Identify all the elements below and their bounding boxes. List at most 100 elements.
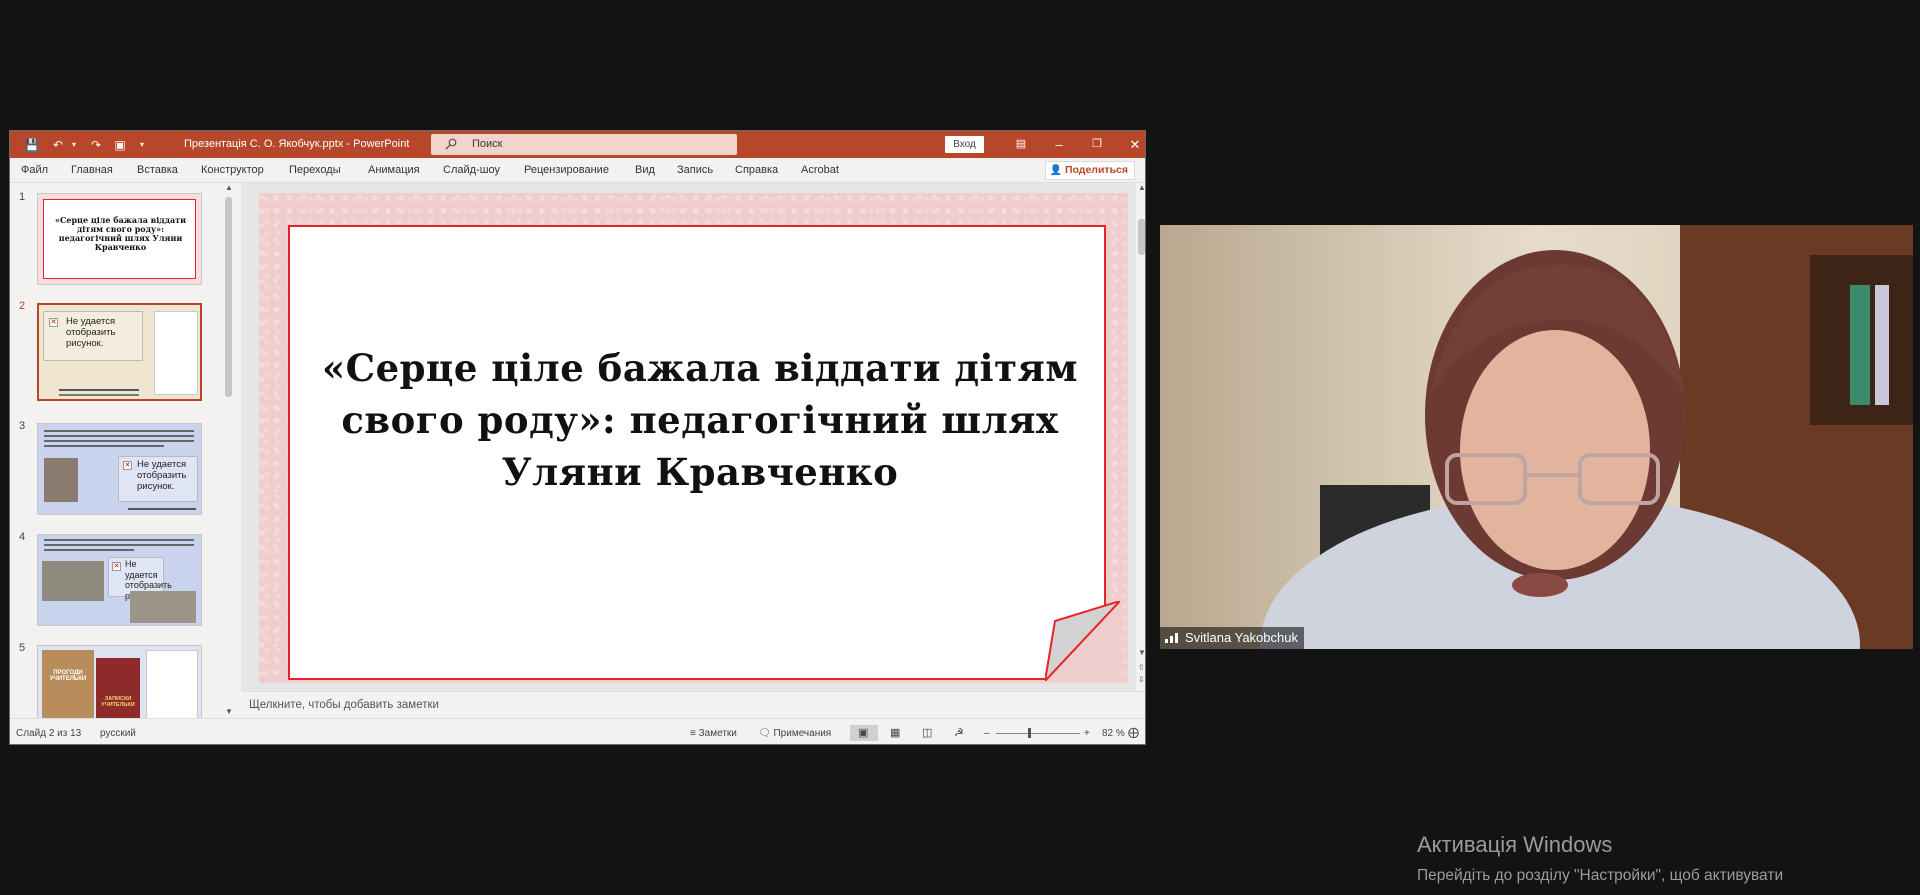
slideshow-icon[interactable]: ☭ <box>954 726 964 739</box>
thumbnail-card: «Серце ціле бажала віддати дітям свого р… <box>43 199 196 279</box>
undo-dropdown-icon[interactable]: ▾ <box>66 137 82 153</box>
notes-toggle-label: Заметки <box>698 728 737 739</box>
search-placeholder: Поиск <box>472 138 503 150</box>
slide-sorter-icon[interactable]: ▦ <box>890 726 900 739</box>
current-slide[interactable]: «Серце ціле бажала віддати дітям свого р… <box>259 193 1128 683</box>
search-icon <box>445 138 457 150</box>
broken-image-icon: ✕ <box>49 318 58 327</box>
tab-insert[interactable]: Вставка <box>137 164 178 176</box>
notes-toggle-button[interactable]: ≡ Заметки <box>690 728 737 739</box>
thumbnail-title: «Серце ціле бажала віддати дітям свого р… <box>54 215 187 252</box>
slide-thumbnail-4[interactable]: ✕ Не удается отобразить рисунок. <box>37 534 202 626</box>
zoom-level[interactable]: 82 % <box>1102 728 1125 739</box>
ribbon-display-options-icon[interactable]: ▤ <box>1002 131 1040 158</box>
slide-editor: «Серце ціле бажала віддати дітям свого р… <box>241 183 1145 718</box>
tab-view[interactable]: Вид <box>635 164 655 176</box>
slide-thumbnail-5[interactable]: ПРОГОДИ УЧИТЕЛЬКИ ЗАПИСКИ УЧИТЕЛЬКИ <box>37 645 202 718</box>
comment-icon: 🗨 <box>758 728 771 739</box>
present-from-start-icon[interactable]: ▣ <box>112 137 128 153</box>
slide-thumbnail-2[interactable]: ✕ Не удается отобразить рисунок. <box>37 303 202 401</box>
slide-title[interactable]: «Серце ціле бажала віддати дітям свого р… <box>320 342 1080 498</box>
comments-toggle-button[interactable]: 🗨 Примечания <box>758 728 831 739</box>
search-box[interactable]: Поиск <box>431 134 737 155</box>
participant-video-frame <box>1160 225 1913 649</box>
tab-recording[interactable]: Запись <box>677 164 713 176</box>
tab-acrobat[interactable]: Acrobat <box>801 164 839 176</box>
broken-image-icon: ✕ <box>123 461 132 470</box>
scrollbar-thumb[interactable] <box>1138 219 1145 255</box>
share-button[interactable]: 👤 Поделиться <box>1044 161 1135 180</box>
slide-number: 5 <box>19 642 26 654</box>
thumbnail-caption-line <box>128 508 196 510</box>
powerpoint-window: 💾 ↶ ▾ ↷ ▣ ▾ Презентація С. О. Якобчук.pp… <box>9 130 1146 745</box>
ribbon-tabs: Файл Главная Вставка Конструктор Переход… <box>10 158 1145 183</box>
slide-number: 2 <box>19 300 26 312</box>
slide-thumbnail-3[interactable]: ✕ Не удается отобразить рисунок. <box>37 423 202 515</box>
scroll-down-icon[interactable]: ▼ <box>225 707 233 716</box>
book-cover-left: ПРОГОДИ УЧИТЕЛЬКИ <box>42 650 94 718</box>
broken-image-placeholder: ✕ Не удается отобразить рисунок. <box>118 456 198 502</box>
previous-slide-icon[interactable]: ⇧ <box>1138 663 1145 672</box>
book-cover-right: ЗАПИСКИ УЧИТЕЛЬКИ <box>96 658 140 718</box>
thumbnail-text-line <box>44 435 194 437</box>
page-curl-decoration <box>1045 601 1120 681</box>
undo-icon[interactable]: ↶ <box>50 137 66 153</box>
slide-number: 1 <box>19 191 26 203</box>
title-bar: 💾 ↶ ▾ ↷ ▣ ▾ Презентація С. О. Якобчук.pp… <box>10 131 1145 158</box>
status-bar: Слайд 2 из 13 русский ≡ Заметки 🗨 Примеч… <box>10 718 1145 744</box>
thumbnail-text-line <box>44 430 194 432</box>
thumbnails-scrollbar[interactable]: ▲ ▼ <box>223 183 234 718</box>
thumbnail-text-line <box>44 544 194 546</box>
comments-toggle-label: Примечания <box>773 728 832 739</box>
scrollbar-thumb[interactable] <box>225 197 232 397</box>
zoom-slider-handle[interactable] <box>1028 728 1031 738</box>
share-label: Поделиться <box>1064 164 1128 176</box>
scroll-down-icon[interactable]: ▼ <box>1138 648 1145 657</box>
thumbnail-building-photo <box>42 561 104 601</box>
thumbnail-text-line <box>44 539 194 541</box>
thumbnail-text-block <box>154 311 198 395</box>
thumbnail-text-line <box>44 445 164 447</box>
slide-number: 3 <box>19 420 26 432</box>
thumbnail-caption-line <box>59 389 139 391</box>
tab-file[interactable]: Файл <box>21 164 48 176</box>
language-indicator[interactable]: русский <box>100 728 136 739</box>
participant-name-tag: Svitlana Yakobchuk <box>1160 627 1304 649</box>
zoom-slider[interactable] <box>996 733 1080 734</box>
participant-video <box>1160 225 1913 649</box>
close-icon[interactable]: ✕ <box>1116 131 1145 158</box>
fit-to-window-icon[interactable]: ⨁ <box>1128 726 1139 739</box>
editor-scrollbar[interactable]: ▲ ▼ ⇧ ⇩ <box>1136 183 1145 693</box>
broken-image-text: Не удается отобразить рисунок. <box>137 459 187 492</box>
normal-view-button[interactable]: ▣ <box>850 725 878 741</box>
save-icon[interactable]: 💾 <box>24 137 40 153</box>
tab-home[interactable]: Главная <box>71 164 113 176</box>
activation-title: Активація Windows <box>1417 832 1613 857</box>
thumbnail-text-line <box>44 549 134 551</box>
signin-button[interactable]: Вход <box>945 136 984 153</box>
slide-counter: Слайд 2 из 13 <box>16 728 82 739</box>
zoom-in-icon[interactable]: + <box>1084 728 1090 739</box>
broken-image-placeholder: ✕ Не удается отобразить рисунок. <box>43 311 143 361</box>
tab-transitions[interactable]: Переходы <box>289 164 341 176</box>
tab-animations[interactable]: Анимация <box>368 164 420 176</box>
screen: 💾 ↶ ▾ ↷ ▣ ▾ Презентація С. О. Якобчук.pp… <box>0 0 1920 895</box>
restore-icon[interactable]: ❐ <box>1078 131 1116 158</box>
scroll-up-icon[interactable]: ▲ <box>225 183 233 192</box>
zoom-out-icon[interactable]: – <box>984 728 990 739</box>
thumbnail-building-photo <box>130 591 196 623</box>
next-slide-icon[interactable]: ⇩ <box>1138 675 1145 684</box>
signal-strength-icon <box>1165 633 1178 643</box>
tab-slideshow[interactable]: Слайд-шоу <box>443 164 500 176</box>
thumbnail-portrait-photo <box>44 458 78 502</box>
minimize-icon[interactable]: – <box>1040 131 1078 158</box>
customize-toolbar-icon[interactable]: ▾ <box>134 137 150 153</box>
scroll-up-icon[interactable]: ▲ <box>1138 183 1145 192</box>
tab-help[interactable]: Справка <box>735 164 778 176</box>
notes-pane[interactable]: Щелкните, чтобы добавить заметки <box>241 691 1145 718</box>
slide-thumbnail-1[interactable]: «Серце ціле бажала віддати дітям свого р… <box>37 193 202 285</box>
tab-review[interactable]: Рецензирование <box>524 164 609 176</box>
reading-view-icon[interactable]: ◫ <box>922 726 932 739</box>
redo-icon[interactable]: ↷ <box>88 137 104 153</box>
tab-design[interactable]: Конструктор <box>201 164 264 176</box>
